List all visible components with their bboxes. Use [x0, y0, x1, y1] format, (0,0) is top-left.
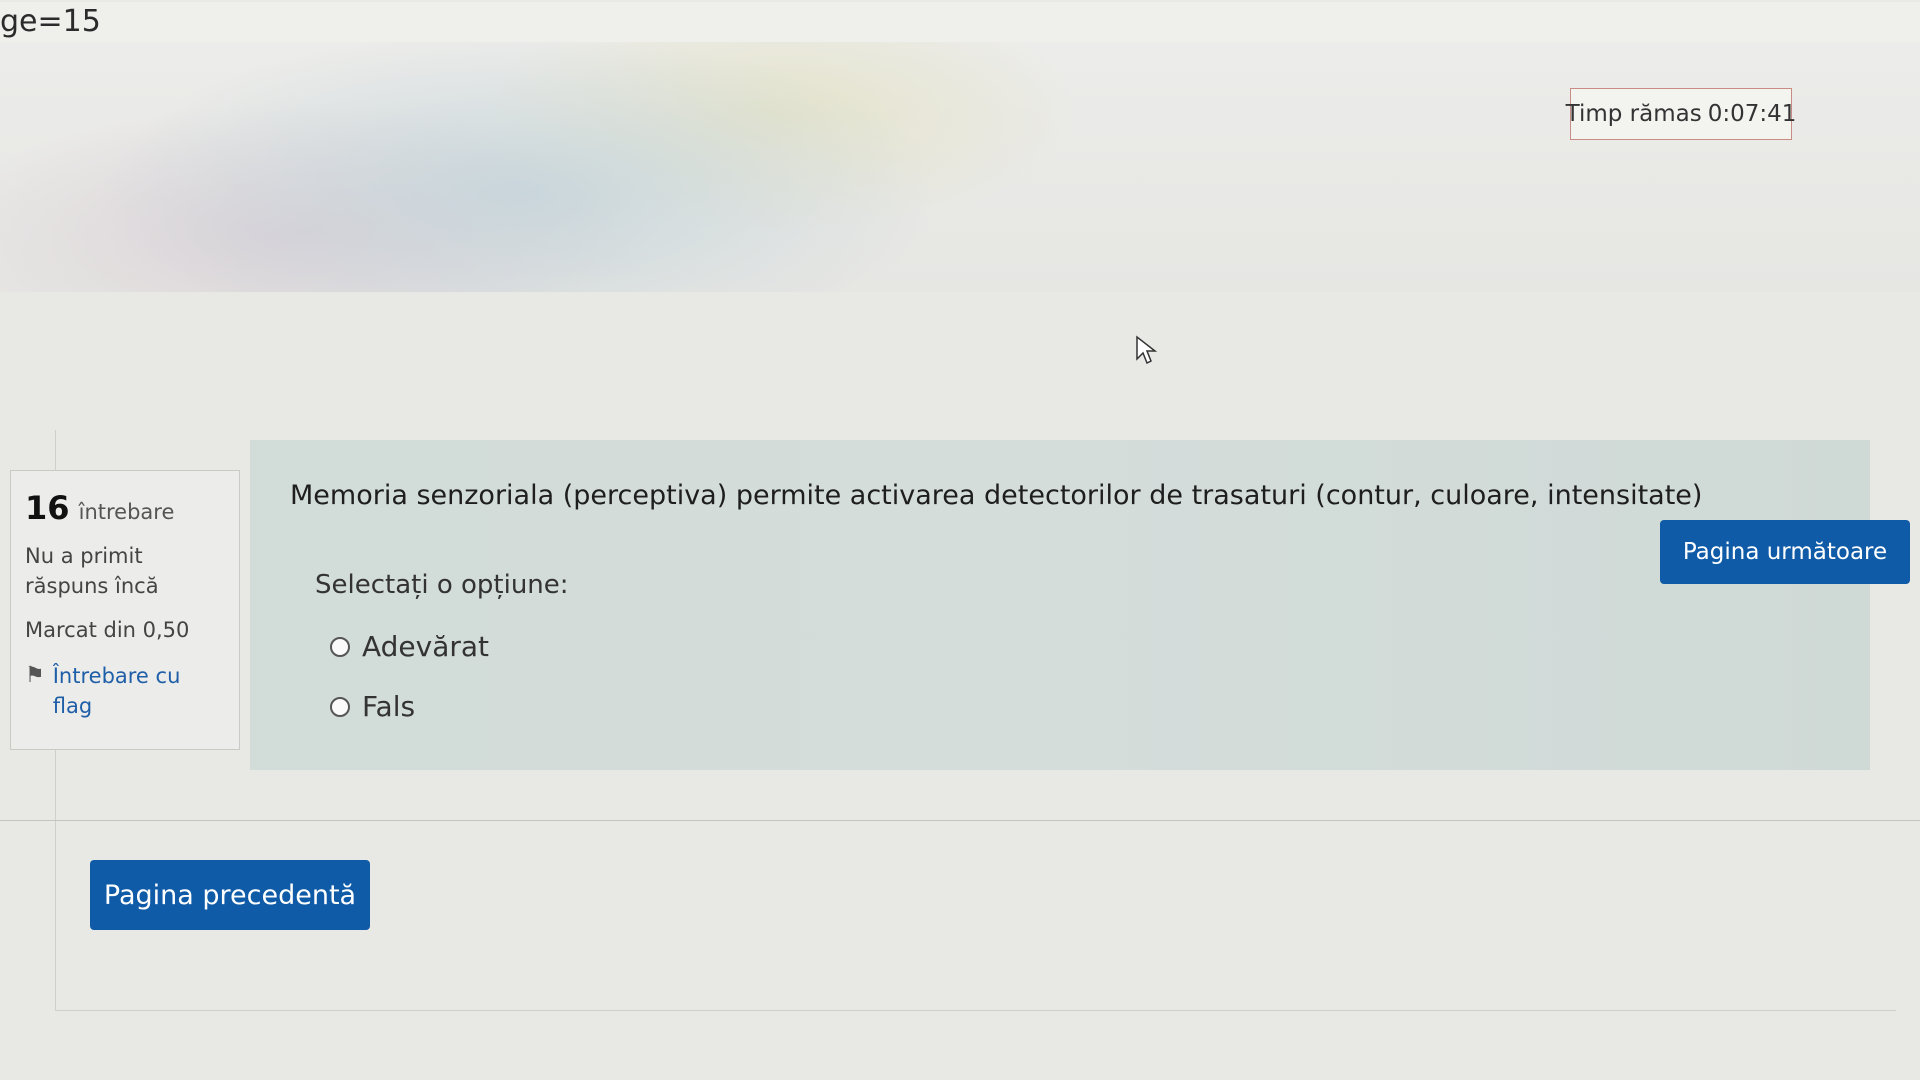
question-marks: Marcat din 0,50 [25, 618, 190, 642]
answer-prompt: Selectați o opțiune: [315, 570, 569, 600]
question-content: Memoria senzoriala (perceptiva) permite … [250, 440, 1870, 770]
timer-label: Timp rămas [1565, 101, 1702, 127]
previous-page-button[interactable]: Pagina precedentă [90, 860, 370, 930]
question-heading: 16 întrebare [25, 489, 225, 527]
section-divider [0, 820, 1920, 821]
flag-question-link[interactable]: ⚑ Întrebare cu flag [25, 661, 225, 721]
radio-button[interactable] [330, 696, 350, 717]
question-text: Memoria senzoriala (perceptiva) permite … [290, 480, 1703, 511]
next-page-button[interactable]: Pagina următoare [1660, 520, 1910, 584]
address-bar-fragment[interactable]: ge=15 [0, 2, 1920, 43]
question-number: 16 [25, 489, 70, 527]
option-true[interactable]: Adevărat [330, 630, 489, 663]
flag-icon: ⚑ [25, 663, 45, 688]
mouse-cursor-icon [1136, 335, 1158, 365]
url-text: ge=15 [0, 4, 101, 39]
question-info-panel: 16 întrebare Nu a primit răspuns încă Ma… [10, 470, 240, 750]
time-remaining-box: Timp rămas 0:07:41 [1566, 88, 1796, 140]
quiz-screen: ge=15 Timp rămas 0:07:41 16 întrebare Nu… [0, 0, 1920, 1080]
option-label: Fals [362, 690, 416, 723]
option-false[interactable]: Fals [330, 690, 415, 723]
radio-button[interactable] [330, 636, 350, 657]
question-word: întrebare [78, 500, 175, 524]
option-label: Adevărat [362, 630, 490, 663]
header-banner [0, 42, 1920, 292]
timer-value: 0:07:41 [1707, 101, 1797, 127]
answer-status: Nu a primit răspuns încă [25, 544, 159, 598]
flag-label: Întrebare cu flag [52, 664, 181, 718]
